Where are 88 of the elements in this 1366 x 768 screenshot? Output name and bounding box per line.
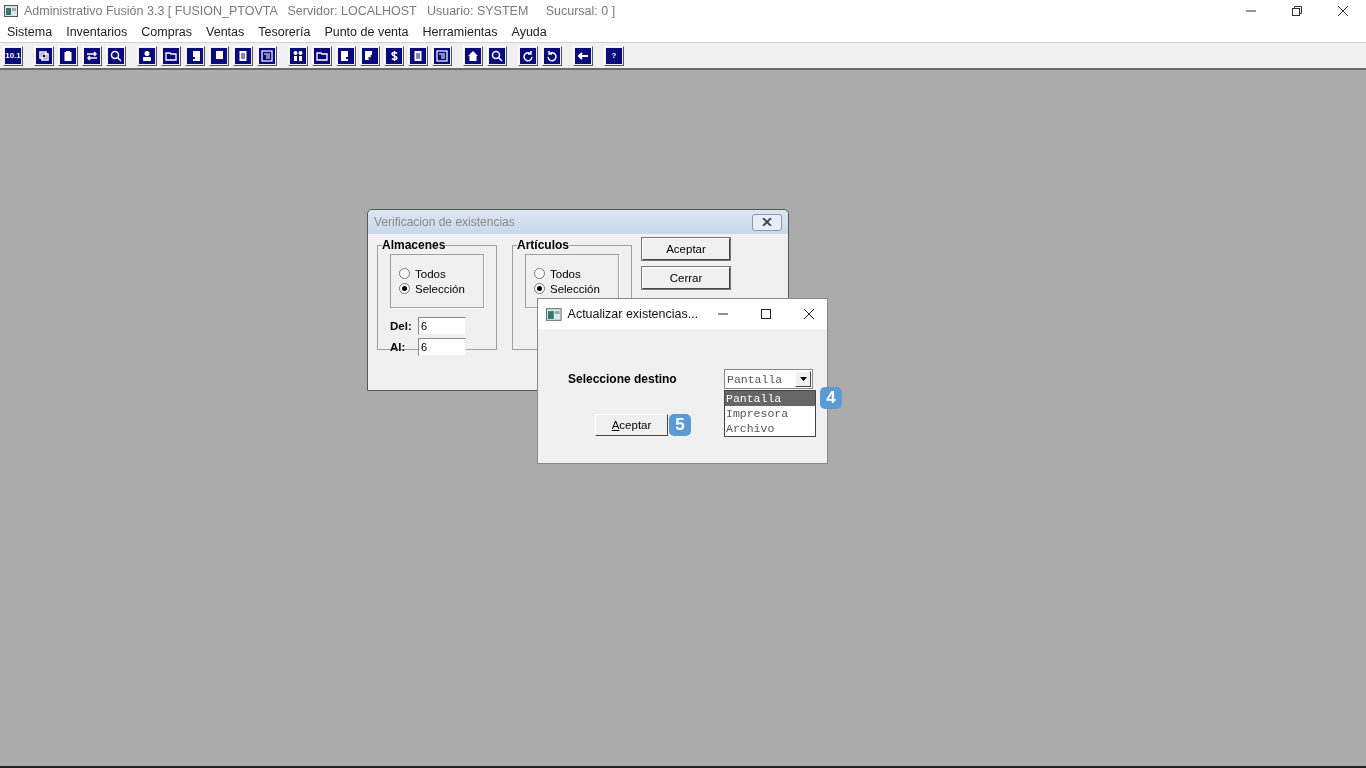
doc-right-icon [338,47,354,64]
radio-button[interactable] [534,283,545,294]
toolbar-button[interactable] [137,45,157,66]
dialog-title: Verificacion de existencias [374,215,515,229]
radio-label: Selección [550,282,600,295]
radio-label: Todos [550,267,581,280]
menu-item[interactable]: Ayuda [511,25,547,39]
toolbar-button[interactable] [34,45,54,66]
field-label: Al: [390,341,407,353]
input-field[interactable]: 6 [418,317,466,335]
callout-badge: 4 [820,387,842,409]
menu-item[interactable]: Herramientas [422,25,498,39]
accept-button[interactable]: Aceptar [595,414,668,436]
toolbar-button[interactable] [185,45,205,66]
menu-item[interactable]: Punto de venta [324,25,409,39]
dropdown-option[interactable]: Pantalla [725,391,815,406]
redo-icon [520,47,536,64]
toolbar-button[interactable] [408,45,428,66]
toolbar-button[interactable] [518,45,538,66]
dialog-button[interactable]: Cerrar [642,267,730,289]
toolbar-button[interactable] [82,45,102,66]
group-legend: Almacenes [382,238,446,252]
radio-label: Todos [415,267,446,280]
input-field[interactable]: 6 [418,338,466,356]
radio-button[interactable] [399,283,410,294]
toolbar-button[interactable] [487,45,507,66]
home-icon [465,47,481,64]
window-title: Administrativo Fusión 3.3 [ FUSION_PTOVTA Servidor: LOCALHOST Usuario: SYSTEM Sucursal: 0 ] [24,4,617,18]
menu-item[interactable]: Tesorería [258,25,311,39]
maximize-icon [759,308,772,320]
app-icon [4,5,18,17]
person-icon [139,47,155,64]
radio-button[interactable] [399,268,410,279]
destination-label: Seleccione destino [568,372,677,386]
toolbar-button[interactable] [573,45,593,66]
close-icon [1337,5,1349,17]
undo-icon [544,47,560,64]
toolbar-button[interactable] [542,45,562,66]
close-button[interactable] [752,213,782,231]
menu-item[interactable]: Inventarios [66,25,128,39]
clipboard-icon [60,47,76,64]
back-icon [575,47,591,64]
toolbar-button[interactable] [209,45,229,66]
toolbar-button[interactable] [384,45,404,66]
swap-icon [84,47,100,64]
dollar-icon [386,47,402,64]
dialog-button[interactable]: Aceptar [642,238,730,260]
toolbar-button[interactable]: 10.1 [3,45,23,66]
menu-item[interactable]: Ventas [206,25,245,39]
folder-icon [163,47,179,64]
toolbar-button[interactable] [463,45,483,66]
close-icon [762,218,772,226]
app-icon [546,307,562,321]
toolbar-button[interactable] [257,45,277,66]
people-icon [290,47,306,64]
destination-dropdown[interactable]: Pantalla [724,369,813,389]
toolbar-button[interactable] [312,45,332,66]
menu-item[interactable]: Sistema [7,25,53,39]
group-legend: Artículos [517,238,569,252]
toolbar-button[interactable] [336,45,356,66]
radio-button[interactable] [534,268,545,279]
toolbar-button[interactable] [360,45,380,66]
toolbar-button[interactable] [288,45,308,66]
toolbar-button[interactable] [161,45,181,66]
doc-plus-icon [362,47,378,64]
list-icon [259,47,275,64]
magnifier-icon [108,47,124,64]
toolbar-button[interactable] [432,45,452,66]
copy-icon [36,47,52,64]
callout-badge: 5 [669,414,691,436]
menu-item[interactable]: Compras [141,25,193,39]
doc-left-icon [187,47,203,64]
radio-label: Selección [415,282,465,295]
restore-icon [1291,5,1303,17]
field-label: Del: [390,320,413,332]
folder-icon [314,47,330,64]
close-icon [802,308,815,320]
doc-icon [235,47,251,64]
toolbar-button[interactable]: ? [604,45,624,66]
list-icon [434,47,450,64]
toolbar-button[interactable] [58,45,78,66]
toolbar-button[interactable] [233,45,253,66]
magnifier-icon [489,47,505,64]
caret-icon [799,377,807,381]
dialog-title: Actualizar existencias... [567,307,699,321]
doc-icon [410,47,426,64]
dropdown-button[interactable] [795,371,811,387]
toolbar-button[interactable] [106,45,126,66]
